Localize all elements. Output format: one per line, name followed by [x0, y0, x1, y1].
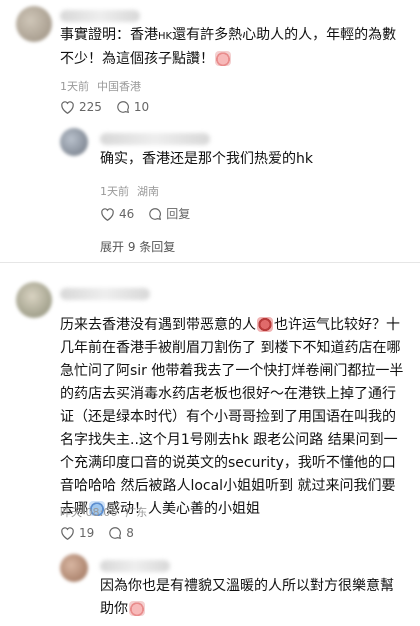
avatar[interactable]	[60, 128, 88, 156]
like-count: 225	[79, 100, 102, 114]
username[interactable]	[60, 288, 150, 300]
heart-icon	[61, 527, 74, 540]
reply-text: 因為你也是有禮貌又溫暖的人所以對方很樂意幫助你	[100, 578, 394, 617]
heart-icon	[101, 207, 114, 221]
like-count: 46	[119, 206, 135, 221]
expand-replies-button[interactable]: 展开 9 条回复	[100, 238, 175, 255]
like-button[interactable]: 225	[60, 100, 102, 114]
reply-button[interactable]: 回复	[148, 205, 190, 222]
location: 中国香港	[97, 80, 141, 93]
username[interactable]	[100, 560, 170, 572]
location: 广东	[125, 506, 148, 519]
avatar[interactable]	[16, 6, 52, 42]
comment-icon	[109, 527, 122, 540]
divider	[0, 262, 420, 263]
reply-button[interactable]: 8	[108, 526, 134, 540]
reply-meta: 1天前 湖南	[100, 183, 167, 199]
comment-icon	[117, 101, 129, 114]
reply-text: 确实，香港还是那个我们热爱的hk	[100, 151, 313, 167]
reply-label: 回复	[166, 207, 191, 221]
reply-count: 10	[133, 100, 150, 114]
emoji-icon	[215, 51, 231, 66]
avatar[interactable]	[16, 282, 52, 318]
emoji-icon	[257, 317, 273, 332]
like-button[interactable]: 19	[60, 526, 94, 540]
heart-icon	[61, 101, 74, 114]
username[interactable]	[100, 133, 210, 145]
comment-text: 事實證明：香港HK還有許多熱心助人的人，年輕的為數不少！為這個孩子點讚！	[60, 27, 397, 67]
timestamp: 1天前	[100, 185, 129, 198]
avatar[interactable]	[60, 554, 88, 582]
comment-icon	[149, 207, 162, 220]
timestamp: 昨天 08:06	[60, 506, 118, 519]
comment-text: 历来去香港没有遇到带恶意的人 也许运气比较好？十几年前在香港手被削眉刀割伤了 到楼…	[60, 317, 404, 517]
like-count: 19	[79, 526, 95, 540]
reply-button[interactable]: 10	[116, 100, 149, 114]
timestamp: 1天前	[60, 80, 89, 93]
reply-count: 8	[126, 526, 134, 540]
username[interactable]	[60, 10, 140, 22]
comment-meta: 昨天 08:06 广东	[60, 504, 155, 520]
comment-meta: 1天前 中国香港	[60, 78, 149, 94]
like-button[interactable]: 46	[100, 207, 134, 221]
location: 湖南	[137, 185, 159, 198]
emoji-icon	[129, 601, 145, 616]
